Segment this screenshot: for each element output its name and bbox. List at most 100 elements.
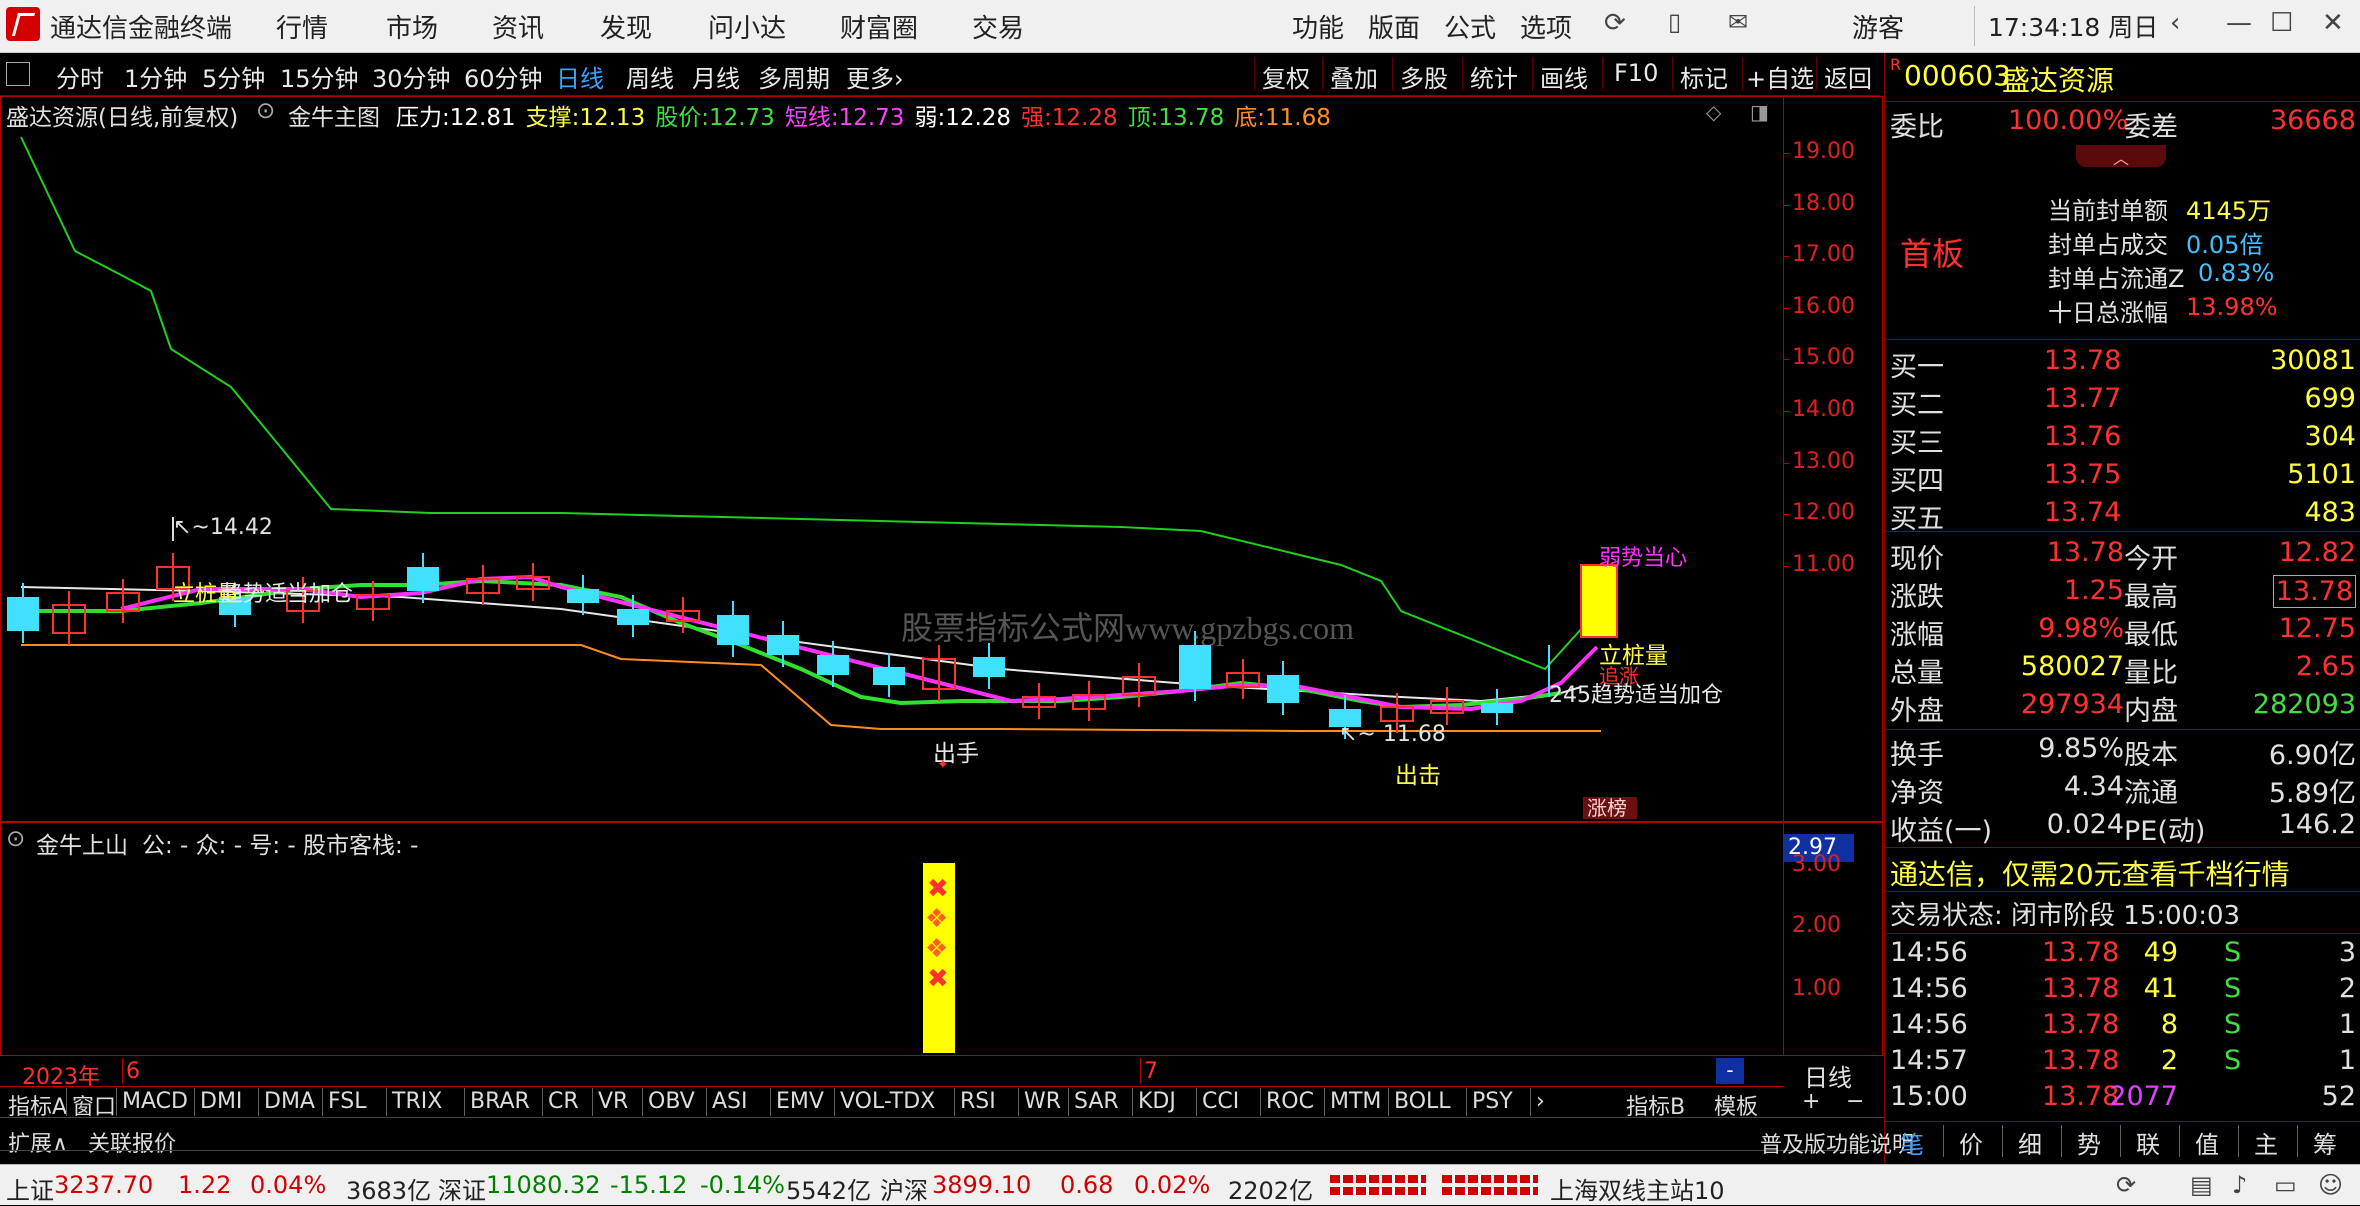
status-refresh-icon[interactable]: ⟳ (2116, 1171, 2136, 1199)
indicator-tab-9[interactable]: VR (598, 1089, 628, 1114)
remove-panel-button[interactable]: − (1846, 1089, 1864, 1114)
duogu-button[interactable]: 多股 (1400, 59, 1448, 94)
menu-gongshi[interactable]: 公式 (1444, 8, 1496, 45)
status-chat-icon[interactable]: ☺ (2318, 1171, 2343, 1199)
indicator-tab-11[interactable]: ASI (712, 1089, 748, 1114)
status-bell-icon[interactable]: ♪ (2232, 1171, 2247, 1199)
expand-button[interactable]: 扩展∧ (8, 1126, 68, 1158)
period-month[interactable]: 月线 (692, 59, 740, 94)
tab-separator (1018, 1088, 1019, 1116)
indicator-tab-17[interactable]: KDJ (1138, 1089, 1176, 1114)
return-button[interactable]: 返回 (1824, 59, 1872, 94)
indicator-tab-12[interactable]: EMV (776, 1089, 824, 1114)
indicator-tab-10[interactable]: OBV (648, 1089, 695, 1114)
period-week[interactable]: 周线 (626, 59, 674, 94)
template-tab[interactable]: 模板 (1714, 1089, 1758, 1121)
bid-price[interactable]: 13.74 (2044, 497, 2121, 528)
indicator-tab-16[interactable]: SAR (1074, 1089, 1119, 1114)
minimize-icon[interactable]: — (2226, 8, 2252, 38)
quote-tab-6[interactable]: 主 (2254, 1125, 2278, 1160)
menu-zixun[interactable]: 资讯 (492, 8, 544, 45)
menu-hangqing[interactable]: 行情 (276, 8, 328, 45)
period-1min[interactable]: 1分钟 (124, 59, 187, 94)
indicator-tab-7[interactable]: BRAR (470, 1089, 530, 1114)
help-link[interactable]: 普及版功能说明 (1760, 1127, 1914, 1159)
bid-price[interactable]: 13.78 (2044, 345, 2121, 376)
related-quote-tab[interactable]: 关联报价 (88, 1126, 176, 1158)
limit-up-candle (1580, 564, 1618, 638)
period-more[interactable]: 更多› (846, 59, 904, 94)
menu-banmian[interactable]: 版面 (1368, 8, 1420, 45)
menu-faxian[interactable]: 发现 (600, 8, 652, 45)
indicator-tab-5[interactable]: FSL (328, 1089, 367, 1114)
bid-price[interactable]: 13.77 (2044, 383, 2121, 414)
user-label[interactable]: 游客 (1852, 8, 1904, 45)
maximize-icon[interactable]: ☐ (2270, 8, 2293, 38)
add-panel-button[interactable]: + (1802, 1089, 1820, 1114)
indicator-tab-13[interactable]: VOL-TDX (840, 1089, 935, 1114)
biaoji-button[interactable]: 标记 (1680, 59, 1728, 94)
close-icon[interactable]: ✕ (2322, 8, 2344, 38)
quote-tab-7[interactable]: 筹 (2313, 1125, 2337, 1160)
indicator-tab-4[interactable]: DMA (264, 1089, 315, 1114)
menu-xuanxiang[interactable]: 选项 (1520, 8, 1572, 45)
quote-tab-2[interactable]: 细 (2018, 1125, 2042, 1160)
sz-label[interactable]: 深证 (438, 1171, 486, 1206)
indicator-tab-2[interactable]: MACD (122, 1089, 188, 1114)
period-day[interactable]: 日线 (556, 59, 604, 94)
fuquan-button[interactable]: 复权 (1262, 59, 1310, 94)
indicator-tab-19[interactable]: ROC (1266, 1089, 1314, 1114)
indicator-tab-20[interactable]: MTM (1330, 1089, 1381, 1114)
indicator-tab-14[interactable]: RSI (960, 1089, 996, 1114)
menu-shichang[interactable]: 市场 (386, 8, 438, 45)
indicator-tab-15[interactable]: WR (1024, 1089, 1061, 1114)
indicator-tab-8[interactable]: CR (548, 1089, 579, 1114)
period-15min[interactable]: 15分钟 (280, 59, 359, 94)
menu-jiaoyi[interactable]: 交易 (972, 8, 1024, 45)
mail-icon[interactable]: ✉ (1728, 8, 1748, 36)
layout-toggle-icon[interactable] (6, 62, 30, 86)
indicator-tab-3[interactable]: DMI (200, 1089, 242, 1114)
date-axis-scroll-handle[interactable]: - (1716, 1058, 1744, 1084)
indicator-tab-18[interactable]: CCI (1202, 1089, 1239, 1114)
tab-separator (1068, 1088, 1069, 1116)
period-5min[interactable]: 5分钟 (202, 59, 265, 94)
indicator-tab-6[interactable]: TRIX (392, 1089, 442, 1114)
menu-caifuquan[interactable]: 财富圈 (840, 8, 918, 45)
quote-tab-3[interactable]: 势 (2077, 1125, 2101, 1160)
candle (717, 615, 749, 645)
indicator-tab-21[interactable]: BOLL (1394, 1089, 1451, 1114)
sh-label[interactable]: 上证 (6, 1171, 54, 1206)
bid-price[interactable]: 13.76 (2044, 421, 2121, 452)
menu-gongneng[interactable]: 功能 (1292, 8, 1344, 45)
back-arrow-icon[interactable]: ‹ (2170, 8, 2180, 38)
tongji-button[interactable]: 统计 (1470, 59, 1518, 94)
collapse-arrow-icon[interactable]: ︿ (2076, 145, 2166, 168)
huaxian-button[interactable]: 画线 (1540, 59, 1588, 94)
period-30min[interactable]: 30分钟 (372, 59, 451, 94)
diejia-button[interactable]: 叠加 (1330, 59, 1378, 94)
quote-tab-4[interactable]: 联 (2136, 1125, 2160, 1160)
indicator-tab-0[interactable]: 指标A (8, 1089, 67, 1121)
add-watchlist-button[interactable]: +自选 (1746, 59, 1814, 94)
period-fenshi[interactable]: 分时 (56, 59, 104, 94)
indicator-more-arrow-icon[interactable]: › (1536, 1089, 1545, 1114)
indicator-tab-22[interactable]: PSY (1472, 1089, 1513, 1114)
period-multi[interactable]: 多周期 (758, 59, 830, 94)
indicator-tab-1[interactable]: 窗口 (72, 1089, 116, 1121)
quote-tab-0[interactable]: 笔 (1900, 1125, 1924, 1160)
refresh-icon[interactable]: ⟳ (1604, 8, 1626, 38)
status-note-icon[interactable]: ▤ (2190, 1171, 2213, 1199)
f10-button[interactable]: F10 (1614, 59, 1658, 87)
status-window-icon[interactable]: ▭ (2274, 1171, 2297, 1199)
phone-icon[interactable]: ▯ (1668, 8, 1681, 36)
bid-price[interactable]: 13.75 (2044, 459, 2121, 490)
quote-tab-5[interactable]: 值 (2195, 1125, 2219, 1160)
menu-wenxiaoda[interactable]: 问小达 (708, 8, 786, 45)
quote-tab-1[interactable]: 价 (1959, 1125, 1983, 1160)
promo-text[interactable]: 通达信，仅需20元查看千档行情 (1890, 853, 2290, 893)
server-name[interactable]: 上海双线主站10 (1550, 1171, 1725, 1206)
hs-label[interactable]: 沪深 (880, 1171, 928, 1206)
period-60min[interactable]: 60分钟 (464, 59, 543, 94)
indicator-b-tab[interactable]: 指标B (1626, 1089, 1685, 1121)
